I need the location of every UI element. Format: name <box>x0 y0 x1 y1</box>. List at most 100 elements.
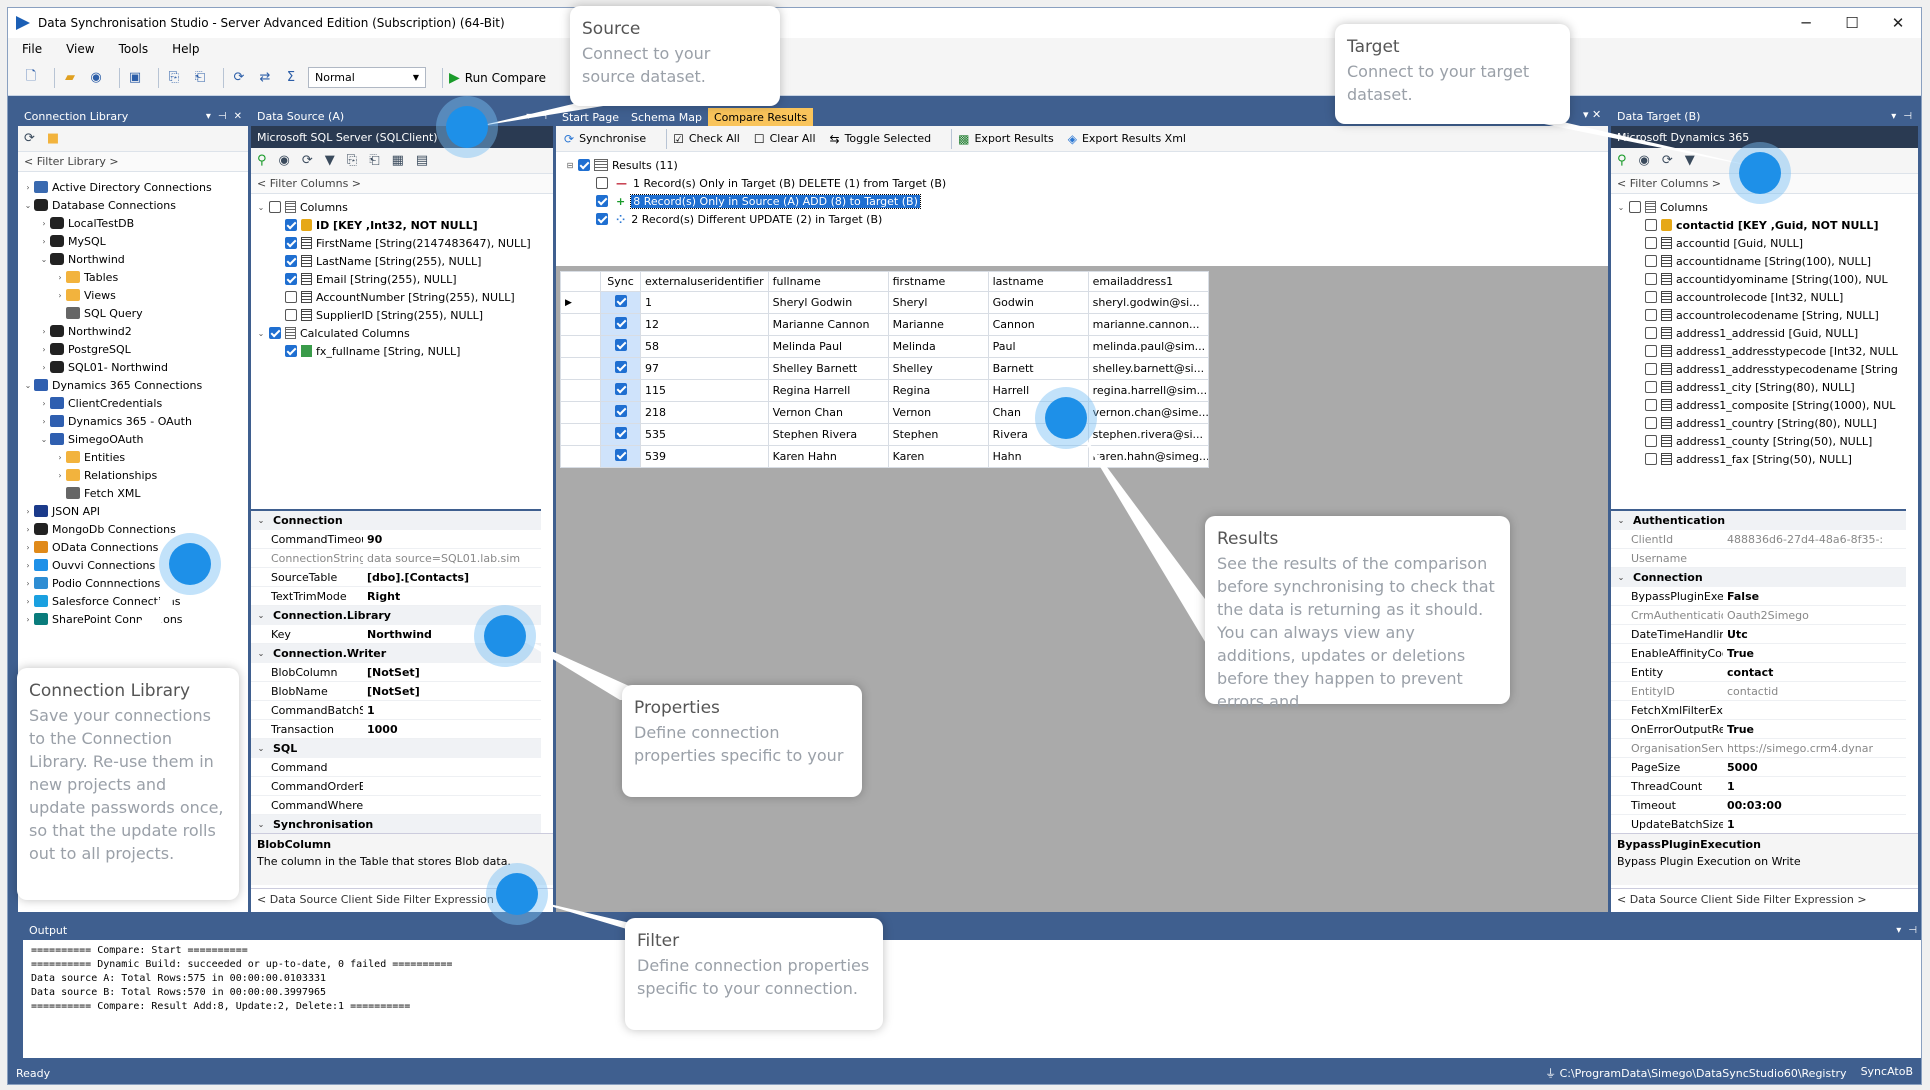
sync-checkbox[interactable] <box>614 317 627 329</box>
property-value[interactable]: Oauth2Simego <box>1723 609 1906 622</box>
grid-cell[interactable]: regina.harrell@sim... <box>1087 379 1209 402</box>
hotspot-results[interactable] <box>1045 397 1087 439</box>
sync-checkbox[interactable] <box>614 295 627 307</box>
column-item[interactable]: accountid [Guid, NULL] <box>1615 234 1905 252</box>
column-item[interactable]: fx_fullname [String, NULL] <box>255 342 549 360</box>
open-folder-icon[interactable]: ▰ <box>61 69 79 87</box>
property-row[interactable]: BypassPluginExecuticFalse <box>1611 587 1906 606</box>
property-row[interactable]: ClientId 488836d6-27d4-48a6-8f35-: <box>1611 530 1906 549</box>
row-header[interactable] <box>560 423 601 446</box>
expand-icon[interactable]: › <box>38 237 50 246</box>
close-icon[interactable]: ✕ <box>234 111 242 122</box>
refresh-icon[interactable]: ⟳ <box>24 131 35 146</box>
column-item[interactable]: address1_addresstypecodename [String <box>1615 360 1905 378</box>
sync-checkbox[interactable] <box>614 449 627 461</box>
hotspot-properties[interactable] <box>484 615 526 657</box>
column-item[interactable]: accountrolecode [Int32, NULL] <box>1615 288 1905 306</box>
copy-icon[interactable]: ⎘ <box>165 69 183 87</box>
property-category[interactable]: ⌄ Synchronisation <box>251 815 541 833</box>
grid-cell[interactable]: 539 <box>640 445 769 468</box>
sync-checkbox[interactable] <box>614 339 627 351</box>
grid-cell[interactable]: 97 <box>640 357 769 380</box>
column-item[interactable]: accountrolecodename [String, NULL] <box>1615 306 1905 324</box>
menu-tools[interactable]: Tools <box>119 42 149 56</box>
grid-cell[interactable]: 115 <box>640 379 769 402</box>
column-checkbox[interactable] <box>1645 435 1657 447</box>
property-value[interactable]: 00:03:00 <box>1723 799 1906 812</box>
library-item[interactable]: › Views <box>22 286 244 304</box>
property-category[interactable]: ⌄ Connection <box>251 511 541 530</box>
tab-compare-results[interactable]: Compare Results <box>707 108 814 126</box>
result-group-checkbox[interactable] <box>596 213 608 225</box>
property-row[interactable]: ThreadCount 1 <box>1611 777 1906 796</box>
grid-cell[interactable]: marianne.cannon... <box>1087 313 1209 336</box>
property-row[interactable]: DateTimeHandlingUtc <box>1611 625 1906 644</box>
grid-column-header[interactable]: Sync <box>600 271 641 292</box>
grid-cell[interactable]: 58 <box>640 335 769 358</box>
library-item[interactable]: › Salesforce Connections <box>22 592 244 610</box>
property-row[interactable]: Command <box>251 758 541 777</box>
column-item[interactable]: ⌄ Calculated Columns <box>255 324 549 342</box>
property-row[interactable]: PageSize 5000 <box>1611 758 1906 777</box>
expand-icon[interactable]: › <box>38 219 50 228</box>
column-checkbox[interactable] <box>1645 273 1657 285</box>
run-compare-button[interactable]: ▶ Run Compare <box>449 70 546 86</box>
property-value[interactable]: https://simego.crm4.dynar <box>1723 742 1906 755</box>
column-checkbox[interactable] <box>1645 399 1657 411</box>
menu-help[interactable]: Help <box>172 42 199 56</box>
hotspot-filter[interactable] <box>496 873 538 915</box>
library-item[interactable]: › OData Connections <box>22 538 244 556</box>
property-value[interactable]: contactid <box>1723 685 1906 698</box>
column-item[interactable]: address1_composite [String(1000), NUL <box>1615 396 1905 414</box>
expand-icon[interactable]: ⌄ <box>22 201 34 210</box>
column-checkbox[interactable] <box>1645 219 1657 231</box>
expand-icon[interactable]: ⌄ <box>255 744 267 753</box>
property-row[interactable]: Timeout 00:03:00 <box>1611 796 1906 815</box>
result-group-checkbox[interactable] <box>596 177 608 189</box>
column-checkbox[interactable] <box>285 237 297 249</box>
tab-schema-map[interactable]: Schema Map <box>625 108 708 126</box>
expand-icon[interactable]: › <box>22 579 34 588</box>
library-item[interactable]: › JSON API <box>22 502 244 520</box>
grid-cell[interactable]: Marianne Cannon <box>767 313 889 336</box>
property-value[interactable]: [NotSet] <box>363 666 541 679</box>
pin-icon[interactable]: ⊣ <box>538 111 547 122</box>
clear-all-button[interactable]: ☐ Clear All <box>754 132 816 146</box>
library-item[interactable]: › Northwind2 <box>22 322 244 340</box>
column-item[interactable]: address1_country [String(80), NULL] <box>1615 414 1905 432</box>
filter-icon[interactable]: ▼ <box>325 153 335 168</box>
property-value[interactable]: [NotSet] <box>363 685 541 698</box>
sync-cell[interactable] <box>600 313 641 336</box>
table-row[interactable]: 115 Regina Harrell Regina Harrell regina.har… <box>560 379 1209 402</box>
grid-cell[interactable]: 535 <box>640 423 769 446</box>
pin-icon[interactable]: ⊣ <box>218 111 227 122</box>
property-row[interactable]: BlobName [NotSet] <box>251 682 541 701</box>
collapse-icon[interactable]: ⊟ <box>564 161 576 170</box>
grid-options-icon[interactable]: ▤ <box>416 153 428 168</box>
filter-icon[interactable]: ▼ <box>1685 153 1695 168</box>
sync-cell[interactable] <box>600 445 641 468</box>
mode-select[interactable]: Normal ▼ <box>308 67 426 88</box>
library-item[interactable]: ⌄ Northwind <box>22 250 244 268</box>
preview-icon[interactable]: ◉ <box>279 153 290 168</box>
hotspot-library[interactable] <box>169 543 211 585</box>
expand-icon[interactable]: ⌄ <box>255 203 267 212</box>
library-item[interactable]: › MySQL <box>22 232 244 250</box>
table-row[interactable]: 535 Stephen Rivera Stephen Rivera stephen.ri… <box>560 423 1209 446</box>
grid-cell[interactable]: Godwin <box>987 291 1089 314</box>
grid-cell[interactable]: Vernon Chan <box>767 401 889 424</box>
column-checkbox[interactable] <box>285 309 297 321</box>
source-filter-columns[interactable]: < Filter Columns > <box>251 174 553 194</box>
library-item[interactable]: › Entities <box>22 448 244 466</box>
grid-cell[interactable]: Sheryl Godwin <box>767 291 889 314</box>
expand-icon[interactable]: ⌄ <box>38 255 50 264</box>
grid-icon[interactable]: ▦ <box>392 153 404 168</box>
dropdown-icon[interactable]: ▾ <box>1896 925 1901 936</box>
grid-cell[interactable]: 12 <box>640 313 769 336</box>
expand-icon[interactable]: › <box>38 399 50 408</box>
library-item[interactable]: Fetch XML <box>22 484 244 502</box>
maximize-button[interactable]: ☐ <box>1829 14 1875 32</box>
result-group-checkbox[interactable] <box>596 195 608 207</box>
library-item[interactable]: › Dynamics 365 - OAuth <box>22 412 244 430</box>
grid-cell[interactable]: shelley.barnett@si... <box>1087 357 1209 380</box>
